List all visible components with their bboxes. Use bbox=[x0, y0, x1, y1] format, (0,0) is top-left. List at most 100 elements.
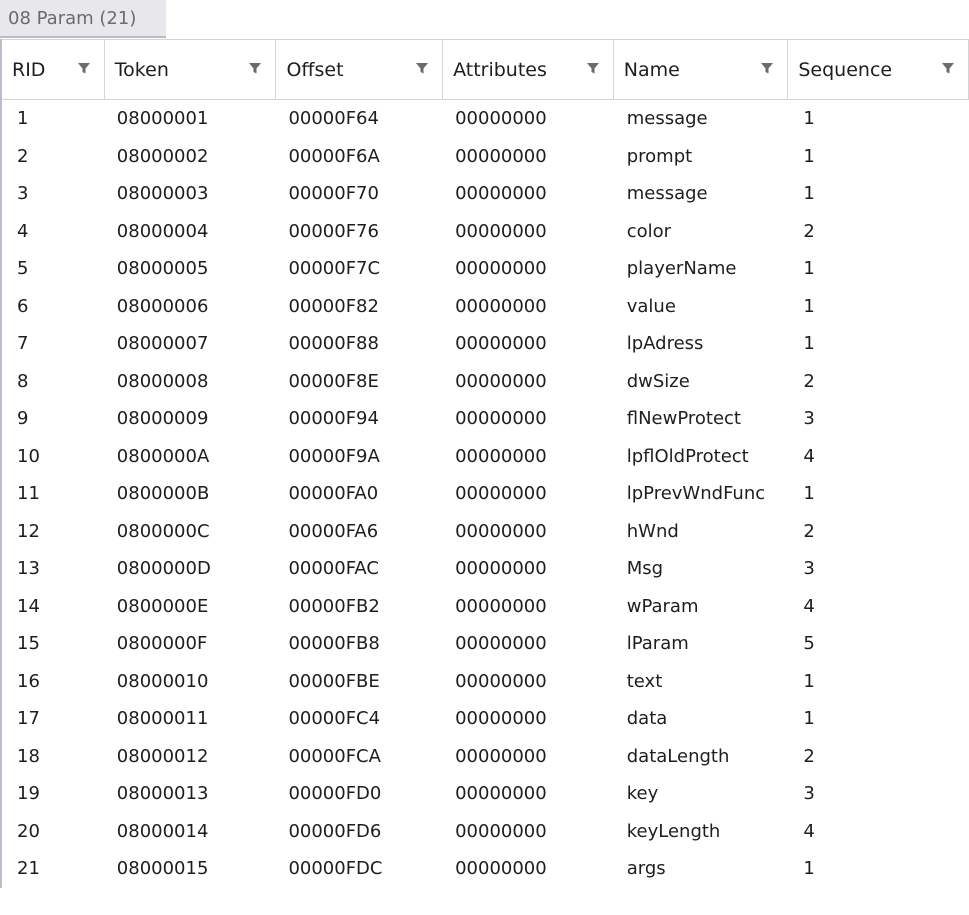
token-cell: 08000015 bbox=[116, 858, 209, 879]
token-cell: 08000011 bbox=[116, 708, 209, 729]
column-header-token[interactable]: Token bbox=[105, 40, 277, 99]
name-cell: Msg bbox=[626, 558, 664, 579]
table-row[interactable]: 10 0800000A 00000F9A 00000000 lpflOldProtect… bbox=[2, 438, 969, 476]
tab-param-table[interactable]: 08 Param (21) bbox=[0, 0, 166, 38]
attributes-cell: 00000000 bbox=[455, 595, 547, 617]
rid-cell: 21 bbox=[17, 858, 40, 879]
column-header-sequence[interactable]: Sequence bbox=[788, 40, 969, 99]
filter-icon[interactable] bbox=[759, 60, 775, 76]
offset-cell: 00000F7C bbox=[288, 258, 381, 279]
filter-icon[interactable] bbox=[76, 60, 92, 76]
name-cell: dwSize bbox=[626, 370, 690, 392]
rid-cell: 19 bbox=[17, 783, 40, 804]
token-cell: 08000013 bbox=[116, 783, 209, 804]
sequence-cell: 1 bbox=[803, 145, 815, 167]
offset-cell: 00000FDC bbox=[288, 858, 383, 879]
name-cell: lpPrevWndFunc bbox=[626, 483, 766, 504]
rid-cell: 11 bbox=[17, 483, 40, 504]
name-cell: message bbox=[626, 108, 708, 129]
table-row[interactable]: 21 08000015 00000FDC 00000000 args 1 bbox=[2, 850, 969, 888]
token-cell: 08000003 bbox=[116, 183, 209, 204]
offset-cell: 00000F8E bbox=[288, 370, 379, 392]
offset-cell: 00000FA6 bbox=[288, 520, 379, 542]
sequence-cell: 4 bbox=[803, 445, 815, 467]
token-cell: 08000005 bbox=[116, 258, 209, 279]
offset-cell: 00000F9A bbox=[288, 445, 380, 467]
table-row[interactable]: 17 08000011 00000FC4 00000000 data 1 bbox=[2, 700, 969, 738]
attributes-cell: 00000000 bbox=[455, 258, 547, 279]
sequence-cell: 5 bbox=[803, 633, 815, 654]
rid-cell: 6 bbox=[17, 295, 29, 317]
table-row[interactable]: 12 0800000C 00000FA6 00000000 hWnd 2 bbox=[2, 513, 969, 551]
sequence-cell: 1 bbox=[803, 708, 815, 729]
attributes-cell: 00000000 bbox=[455, 783, 547, 804]
rid-cell: 18 bbox=[17, 745, 40, 767]
table-row[interactable]: 4 08000004 00000F76 00000000 color 2 bbox=[2, 213, 969, 251]
column-header-label: Sequence bbox=[798, 59, 893, 81]
attributes-cell: 00000000 bbox=[455, 858, 547, 879]
token-cell: 08000004 bbox=[116, 220, 209, 242]
attributes-cell: 00000000 bbox=[455, 145, 547, 167]
table-row[interactable]: 11 0800000B 00000FA0 00000000 lpPrevWndFunc 1 bbox=[2, 475, 969, 513]
filter-icon[interactable] bbox=[585, 60, 601, 76]
offset-cell: 00000F82 bbox=[288, 295, 379, 317]
token-cell: 0800000A bbox=[116, 445, 210, 467]
rid-cell: 1 bbox=[17, 108, 29, 129]
rid-cell: 4 bbox=[17, 220, 29, 242]
sequence-cell: 1 bbox=[803, 108, 815, 129]
token-cell: 0800000F bbox=[116, 633, 208, 654]
name-cell: hWnd bbox=[626, 520, 679, 542]
filter-icon[interactable] bbox=[414, 60, 430, 76]
table-row[interactable]: 7 08000007 00000F88 00000000 lpAdress 1 bbox=[2, 325, 969, 363]
sequence-cell: 3 bbox=[803, 408, 815, 429]
table-row[interactable]: 16 08000010 00000FBE 00000000 text 1 bbox=[2, 663, 969, 701]
name-cell: flNewProtect bbox=[626, 408, 741, 429]
token-cell: 08000007 bbox=[116, 333, 209, 354]
table-row[interactable]: 2 08000002 00000F6A 00000000 prompt 1 bbox=[2, 138, 969, 176]
attributes-cell: 00000000 bbox=[455, 745, 547, 767]
table-row[interactable]: 6 08000006 00000F82 00000000 value 1 bbox=[2, 288, 969, 326]
sequence-cell: 1 bbox=[803, 858, 815, 879]
token-cell: 08000010 bbox=[116, 670, 209, 692]
table-row[interactable]: 20 08000014 00000FD6 00000000 keyLength 4 bbox=[2, 813, 969, 851]
token-cell: 08000006 bbox=[116, 295, 209, 317]
name-cell: color bbox=[626, 220, 672, 242]
sequence-cell: 2 bbox=[803, 745, 815, 767]
column-header-label: Token bbox=[114, 59, 169, 81]
offset-cell: 00000F6A bbox=[288, 145, 380, 167]
table-row[interactable]: 8 08000008 00000F8E 00000000 dwSize 2 bbox=[2, 363, 969, 401]
sequence-cell: 4 bbox=[803, 820, 815, 842]
attributes-cell: 00000000 bbox=[455, 520, 547, 542]
rid-cell: 20 bbox=[17, 820, 40, 842]
table-row[interactable]: 15 0800000F 00000FB8 00000000 lParam 5 bbox=[2, 625, 969, 663]
name-cell: wParam bbox=[626, 595, 699, 617]
table-row[interactable]: 18 08000012 00000FCA 00000000 dataLength 2 bbox=[2, 738, 969, 776]
filter-icon[interactable] bbox=[247, 60, 263, 76]
table-row[interactable]: 19 08000013 00000FD0 00000000 key 3 bbox=[2, 775, 969, 813]
column-header-rid[interactable]: RID bbox=[2, 40, 105, 99]
sequence-cell: 2 bbox=[803, 220, 815, 242]
offset-cell: 00000FAC bbox=[288, 558, 379, 579]
column-header-name[interactable]: Name bbox=[614, 40, 789, 99]
offset-cell: 00000FD6 bbox=[288, 820, 382, 842]
attributes-cell: 00000000 bbox=[455, 220, 547, 242]
table-row[interactable]: 5 08000005 00000F7C 00000000 playerName 1 bbox=[2, 250, 969, 288]
filter-icon[interactable] bbox=[940, 60, 956, 76]
metadata-table-grid: RID Token Offset Attributes Name Sequenc… bbox=[0, 39, 969, 888]
rid-cell: 8 bbox=[17, 370, 29, 392]
table-body: 1 08000001 00000F64 00000000 message 1 2 080000… bbox=[2, 100, 969, 888]
column-header-offset[interactable]: Offset bbox=[276, 40, 444, 99]
rid-cell: 9 bbox=[17, 408, 29, 429]
table-row[interactable]: 1 08000001 00000F64 00000000 message 1 bbox=[2, 100, 969, 138]
table-row[interactable]: 3 08000003 00000F70 00000000 message 1 bbox=[2, 175, 969, 213]
token-cell: 0800000E bbox=[116, 595, 209, 617]
sequence-cell: 2 bbox=[803, 370, 815, 392]
table-row[interactable]: 13 0800000D 00000FAC 00000000 Msg 3 bbox=[2, 550, 969, 588]
table-row[interactable]: 9 08000009 00000F94 00000000 flNewProtect 3 bbox=[2, 400, 969, 438]
name-cell: keyLength bbox=[626, 820, 721, 842]
table-row[interactable]: 14 0800000E 00000FB2 00000000 wParam 4 bbox=[2, 588, 969, 626]
offset-cell: 00000F76 bbox=[288, 220, 379, 242]
column-header-attributes[interactable]: Attributes bbox=[443, 40, 614, 99]
attributes-cell: 00000000 bbox=[455, 408, 547, 429]
sequence-cell: 1 bbox=[803, 258, 815, 279]
